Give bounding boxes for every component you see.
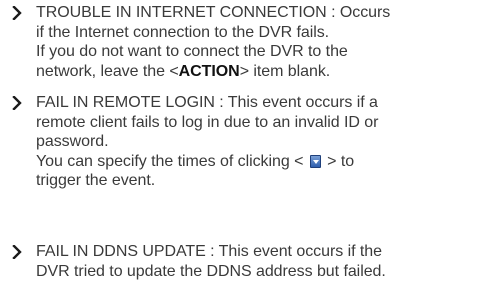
list-item-text: TROUBLE IN INTERNET CONNECTION : Occurs … (12, 3, 481, 81)
chevron-right-icon (12, 93, 32, 113)
chevron-right-icon (12, 242, 32, 262)
list-item: TROUBLE IN INTERNET CONNECTION : Occurs … (12, 3, 481, 81)
text-line: password. (36, 133, 109, 150)
text-line: trigger the event. (36, 172, 156, 189)
chevron-right-icon (12, 3, 32, 23)
text-line: FAIL IN DDNS UPDATE : This event occurs … (36, 243, 382, 260)
list-item-text: FAIL IN DDNS UPDATE : This event occurs … (12, 242, 481, 281)
text-line: > item blank. (239, 62, 331, 80)
document-page: TROUBLE IN INTERNET CONNECTION : Occurs … (0, 0, 485, 303)
text-line: TROUBLE IN INTERNET CONNECTION : Occurs (36, 4, 391, 21)
spin-down-button-icon (309, 154, 321, 168)
list-item-text: FAIL IN REMOTE LOGIN : This event occurs… (12, 93, 481, 191)
action-keyword: ACTION (178, 62, 240, 80)
text-line: if the Internet connection to the DVR fa… (36, 23, 330, 41)
list-item: FAIL IN DDNS UPDATE : This event occurs … (12, 242, 481, 281)
text-line: network, leave the < (36, 62, 179, 80)
text-line: DVR tried to update the DDNS address but… (36, 262, 386, 280)
text-line: If you do not want to connect the DVR to… (36, 43, 348, 60)
text-line: FAIL IN REMOTE LOGIN : This event occurs… (36, 94, 378, 111)
text-line: > to (322, 152, 355, 170)
list-item: FAIL IN REMOTE LOGIN : This event occurs… (12, 93, 481, 191)
text-line: You can specify the times of clicking < (36, 152, 308, 170)
text-line: remote client fails to log in due to an … (36, 113, 379, 131)
